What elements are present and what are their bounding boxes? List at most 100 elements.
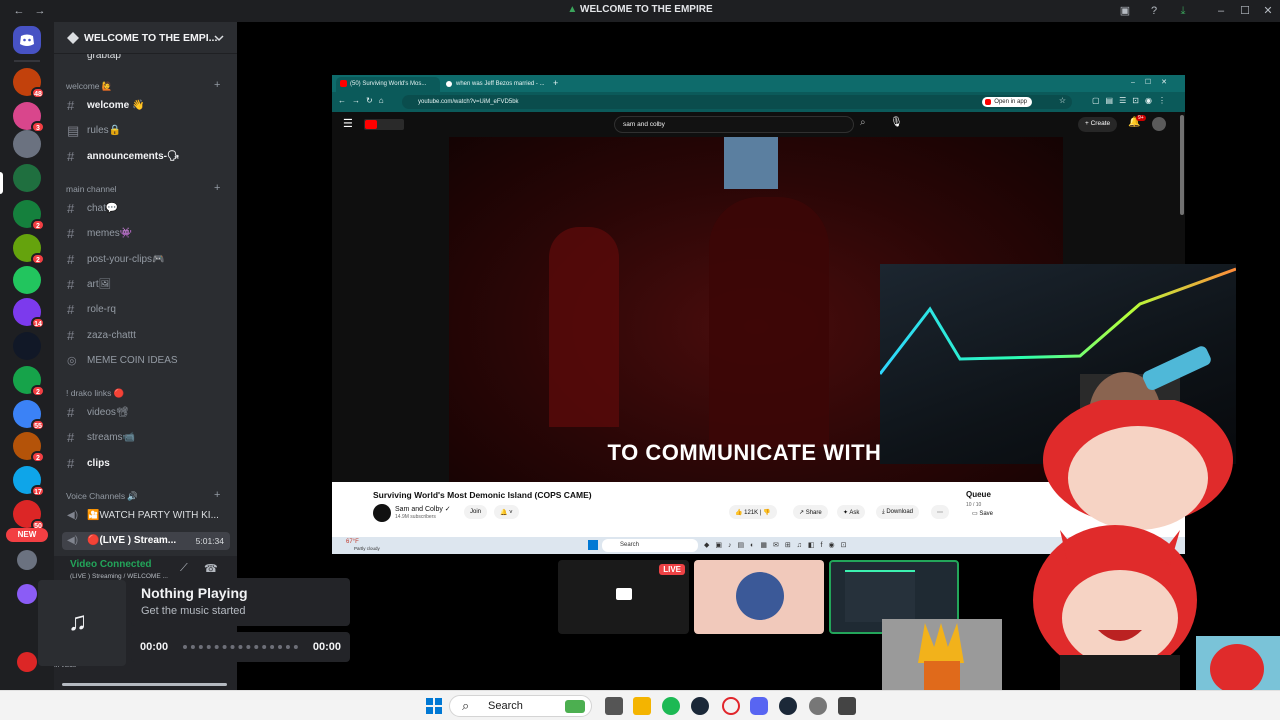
category-voice-channels[interactable]: Voice Channels 🔊	[66, 491, 138, 502]
server-icon[interactable]: 2	[13, 234, 45, 265]
more-actions-button[interactable]: ⋯	[931, 505, 949, 519]
channel-post-your-clips[interactable]: # post-your-clips🎮	[62, 251, 230, 269]
server-icon[interactable]	[13, 130, 41, 158]
steam-icon[interactable]	[779, 697, 797, 715]
avatar[interactable]	[17, 550, 37, 570]
server-icon[interactable]	[13, 164, 41, 192]
spotify-icon[interactable]	[662, 697, 680, 715]
channel-streams[interactable]: # streams📹	[62, 429, 230, 447]
help-icon[interactable]: ?	[1146, 3, 1162, 19]
home-button[interactable]	[13, 26, 41, 54]
start-icon[interactable]	[588, 540, 598, 550]
add-channel-icon[interactable]: +	[214, 182, 220, 194]
channel-art[interactable]: # art🖼	[62, 276, 230, 294]
nav-buttons[interactable]: ←→↻⌂	[338, 96, 390, 105]
volume-bar[interactable]	[62, 683, 227, 686]
ask-button[interactable]: ✦ Ask	[837, 505, 866, 519]
character-sticker	[882, 619, 1002, 690]
now-playing-subtitle: Get the music started	[141, 605, 246, 617]
browser-tab[interactable]: when was Jeff Bezos married - ...	[442, 77, 546, 92]
server-icon[interactable]: 2	[13, 432, 45, 463]
add-channel-icon[interactable]: +	[214, 489, 220, 501]
account-avatar[interactable]	[1152, 117, 1166, 131]
add-channel-icon[interactable]: +	[214, 79, 220, 91]
download-button[interactable]: ⤓ Download	[876, 505, 920, 519]
progress-track[interactable]	[183, 645, 298, 649]
channel-announcements[interactable]: # announcements-🗣	[62, 148, 230, 166]
channel-rules[interactable]: ▤ rules🔒	[62, 122, 230, 140]
subscribe-bell-button[interactable]: 🔔 ˅	[494, 505, 519, 519]
server-icon[interactable]: 2	[13, 366, 45, 397]
discord-icon[interactable]	[750, 697, 768, 715]
participant-tile[interactable]	[694, 560, 824, 634]
window-controls[interactable]: –☐✕	[1131, 78, 1177, 86]
app-icon[interactable]	[838, 697, 856, 715]
inner-search[interactable]: Search	[602, 539, 698, 552]
voice-channel-watch-party[interactable]: ◀) 🎦WATCH PARTY WITH KI...	[62, 507, 230, 525]
menu-icon[interactable]: ☰	[343, 117, 353, 130]
server-icon[interactable]: 48	[13, 68, 45, 99]
channel-name[interactable]: Sam and Colby ✓	[395, 505, 451, 513]
minimize-icon[interactable]: –	[1213, 3, 1229, 19]
stream-thumbnail[interactable]: LIVE	[558, 560, 689, 634]
guild-header[interactable]: WELCOME TO THE EMPI...	[54, 22, 237, 54]
inner-taskbar-apps[interactable]: ◆▣♪▤◐▦✉⊞♫◧f◉⊡	[704, 541, 852, 549]
scrollbar[interactable]	[1180, 115, 1184, 215]
channel-role-rq[interactable]: # role-rq	[62, 301, 230, 319]
channel-welcome[interactable]: # welcome 👋	[62, 97, 230, 115]
bookmark-star-icon[interactable]: ☆	[1059, 96, 1066, 105]
rules-icon: ▤	[67, 123, 80, 138]
server-icon[interactable]: 55	[13, 400, 45, 431]
server-icon[interactable]: 50	[13, 500, 45, 531]
save-button[interactable]: ▭ Save	[972, 510, 993, 517]
inbox-icon[interactable]: ▣	[1117, 3, 1133, 19]
join-button[interactable]: Join	[464, 505, 488, 519]
category-welcome[interactable]: welcome 🙋	[66, 81, 112, 92]
avatar[interactable]	[17, 584, 37, 604]
category-drako-links[interactable]: ! drako links 🔴	[66, 388, 124, 399]
create-button[interactable]: + Create	[1078, 117, 1118, 132]
channel-avatar[interactable]	[373, 504, 391, 522]
youtube-logo[interactable]	[364, 119, 404, 130]
task-view-icon[interactable]	[605, 697, 623, 715]
disconnect-icon[interactable]: ☎	[204, 562, 218, 575]
taskbar-search[interactable]: ⌕ Search	[449, 695, 592, 717]
url-field[interactable]: youtube.com/watch?v=UiM_eFVD5bk Open in …	[402, 95, 1072, 109]
channel-chat[interactable]: # chat💬	[62, 200, 230, 218]
speaker-icon: ◀)	[67, 535, 79, 546]
mic-icon[interactable]: 🎙	[890, 117, 903, 128]
channel-memes[interactable]: # memes👾	[62, 225, 230, 243]
maximize-icon[interactable]: ☐	[1237, 3, 1253, 19]
channel-grabtap[interactable]: grabtap	[62, 54, 230, 64]
browser-tab-active[interactable]: (50) Surviving World's Mos...	[336, 77, 440, 92]
steam-icon[interactable]	[691, 697, 709, 715]
server-icon[interactable]	[13, 266, 41, 294]
open-in-app-button[interactable]: Open in app	[982, 97, 1032, 107]
now-playing-panel: Nothing Playing Get the music started	[131, 578, 350, 626]
server-icon[interactable]	[13, 332, 41, 360]
voice-channel-live-stream[interactable]: ◀) 🔴(LIVE ) Stream... 5:01:34	[62, 532, 230, 550]
file-explorer-icon[interactable]	[633, 697, 651, 715]
obs-icon[interactable]	[809, 697, 827, 715]
category-main-channel[interactable]: main channel	[66, 184, 117, 194]
extension-icons[interactable]: ▢▤☰⊡◉⋮	[1092, 96, 1172, 105]
download-icon[interactable]: ⤓	[1175, 3, 1191, 19]
channel-clips[interactable]: # clips	[62, 455, 230, 473]
close-icon[interactable]: ✕	[1260, 3, 1276, 19]
youtube-search-input[interactable]: sam and colby	[614, 116, 854, 133]
noise-suppression-icon[interactable]: ⟋	[180, 562, 188, 575]
server-icon[interactable]: 3	[13, 102, 45, 133]
opera-icon[interactable]	[722, 697, 740, 715]
share-button[interactable]: ↗ Share	[793, 505, 828, 519]
channel-zaza-chattt[interactable]: # zaza-chattt	[62, 327, 230, 345]
server-icon[interactable]: 17	[13, 466, 45, 497]
user-avatar[interactable]	[17, 652, 37, 672]
search-icon[interactable]: ⌕	[860, 117, 866, 128]
channel-meme-coin-ideas[interactable]: ◎ MEME COIN IDEAS	[62, 352, 230, 370]
new-tab-icon[interactable]: +	[553, 78, 558, 88]
server-icon[interactable]: 2	[13, 200, 45, 231]
channel-videos[interactable]: # videos📽	[62, 404, 230, 422]
server-icon[interactable]: 14	[13, 298, 45, 329]
windows-start-icon[interactable]	[425, 697, 443, 715]
like-button[interactable]: 👍 121K | 👎	[729, 505, 777, 519]
